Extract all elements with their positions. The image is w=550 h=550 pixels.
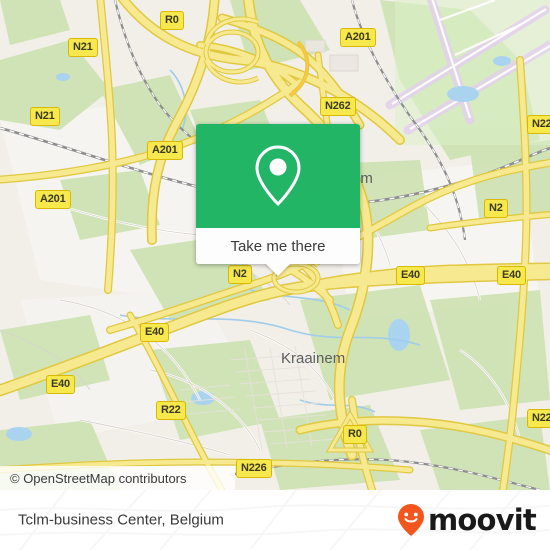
map-canvas[interactable]: KraainememWoluwe-Saint-LambertSint-Lambr…	[0, 0, 550, 490]
shield-e40-mid: E40	[140, 323, 169, 342]
shield-n22-botright: N22	[527, 409, 550, 428]
shield-a201-left: A201	[35, 190, 71, 209]
shield-e40-left: E40	[46, 375, 75, 394]
shield-a201-top: A201	[340, 28, 376, 47]
shield-n21-left: N21	[30, 107, 60, 126]
footer-bar: Tclm-business Center, Belgium moovit	[0, 490, 550, 550]
popup-cta-panel[interactable]: Take me there	[196, 228, 360, 276]
shield-n22-topright: N22	[527, 115, 550, 134]
place-label-Kraainem: Kraainem	[281, 350, 346, 367]
popup-pointer	[265, 263, 291, 276]
shield-n2-right: N2	[484, 199, 508, 218]
moovit-wordmark: moovit	[428, 502, 537, 537]
shield-n21-top: N21	[68, 38, 98, 57]
shield-n226: N226	[236, 459, 272, 478]
map-pin-icon	[255, 145, 301, 207]
popup-marker-panel	[196, 124, 360, 228]
shield-r22: R22	[156, 401, 186, 420]
shield-r0-top: R0	[160, 11, 184, 30]
shield-a201-mid: A201	[147, 141, 183, 160]
shield-e40-right: E40	[396, 266, 425, 285]
shield-r0-bottom: R0	[343, 425, 367, 444]
moovit-smiley-pin-icon	[398, 504, 425, 536]
moovit-logo[interactable]: moovit	[396, 502, 537, 537]
shield-e40-faright: E40	[497, 266, 526, 285]
osm-attribution[interactable]: © OpenStreetMap contributors	[0, 466, 235, 490]
shield-n2-center: N2	[228, 265, 252, 284]
location-title: Tclm-business Center, Belgium	[18, 511, 224, 529]
take-me-there-label: Take me there	[230, 237, 326, 255]
shield-n262: N262	[320, 97, 356, 116]
take-me-there-popup[interactable]: Take me there	[196, 124, 360, 276]
